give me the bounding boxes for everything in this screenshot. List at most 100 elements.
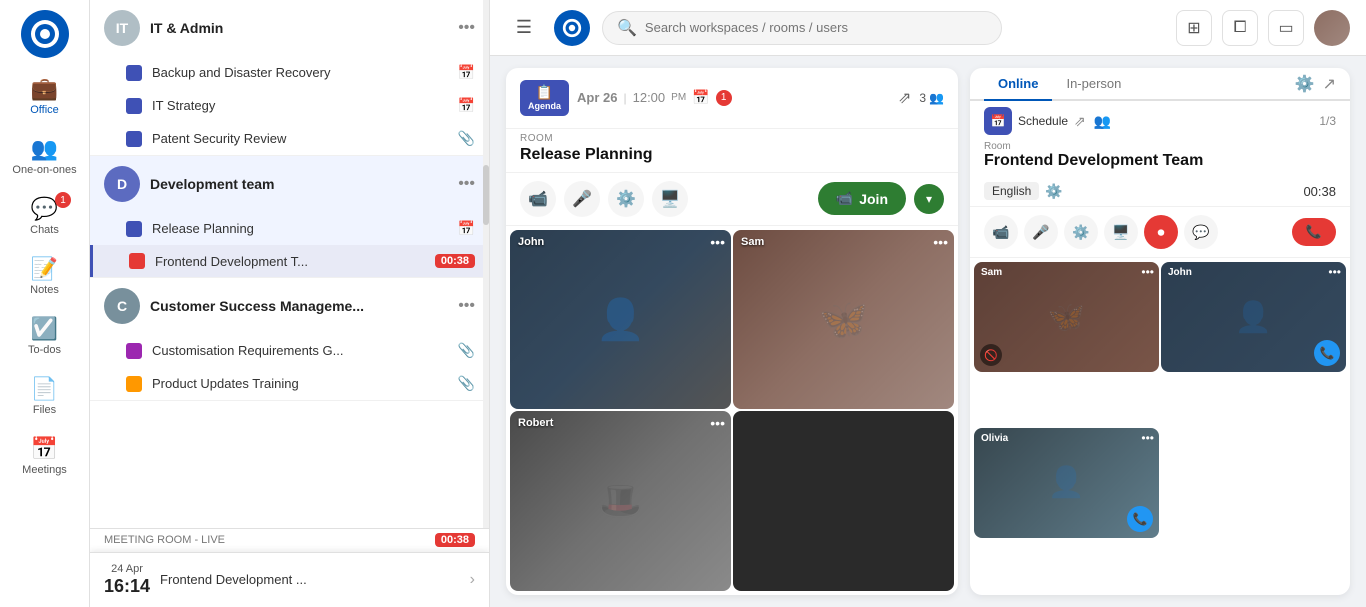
room-customisation[interactable]: Customisation Requirements G... 📎: [90, 334, 489, 367]
nav-one-on-ones[interactable]: 👥 One-on-ones: [0, 126, 89, 186]
bottom-notification-bar[interactable]: 24 Apr 16:14 Frontend Development ... ›: [90, 552, 489, 607]
room-backup[interactable]: Backup and Disaster Recovery 📅: [90, 56, 489, 89]
tab-online[interactable]: Online: [984, 68, 1052, 101]
bottom-bar-date-group: 24 Apr 16:14: [104, 563, 150, 597]
team-dev-avatar: D: [104, 166, 140, 202]
share-icon[interactable]: ⇗: [898, 88, 911, 108]
nav-one-on-ones-label: One-on-ones: [12, 164, 76, 176]
room-backup-color: [126, 65, 142, 81]
nav-chats[interactable]: 1 💬 Chats: [0, 186, 89, 246]
nav-meetings[interactable]: 📅 Meetings: [0, 426, 89, 486]
team-customer: C Customer Success Manageme... ••• Custo…: [90, 278, 489, 401]
grid-view-button[interactable]: ⊞: [1176, 10, 1212, 46]
video-button[interactable]: 📹: [520, 181, 556, 217]
team-dev-more[interactable]: •••: [458, 175, 475, 193]
nav-notes[interactable]: 📝 Notes: [0, 246, 89, 306]
room-it-strategy-color: [126, 98, 142, 114]
settings-icon-call[interactable]: ⚙️: [1295, 74, 1315, 94]
calendar-icon-release: 📅: [692, 89, 709, 106]
call-mic-button[interactable]: 🎤: [1024, 215, 1058, 249]
release-card-actions: ⇗ 3 👥: [898, 88, 944, 108]
screen-button[interactable]: 🖥️: [652, 181, 688, 217]
room-patent[interactable]: Patent Security Review 📎: [90, 122, 489, 155]
room-customisation-name: Customisation Requirements G...: [152, 343, 448, 358]
room-customisation-color: [126, 343, 142, 359]
search-bar[interactable]: 🔍: [602, 11, 1002, 45]
video-cell-sam: Sam ••• 🦋: [733, 230, 954, 410]
room-patent-name: Patent Security Review: [152, 131, 448, 146]
panel-list-inner: IT IT & Admin ••• Backup and Disaster Re…: [90, 0, 489, 607]
tab-inperson[interactable]: In-person: [1052, 68, 1135, 101]
call-record-button[interactable]: ⏺: [1144, 215, 1178, 249]
hamburger-button[interactable]: ☰: [506, 10, 542, 46]
mic-button[interactable]: 🎤: [564, 181, 600, 217]
language-row: English ⚙️ 00:38: [970, 176, 1350, 207]
clip-icon-2: 📎: [458, 342, 475, 359]
call-timer: 00:38: [1303, 184, 1336, 199]
call-screen-button[interactable]: 🖥️: [1104, 215, 1138, 249]
video-cell-john: John ••• 👤: [510, 230, 731, 410]
one-on-ones-icon: 👥: [31, 136, 58, 162]
team-it-admin-header[interactable]: IT IT & Admin •••: [90, 0, 489, 56]
team-customer-more[interactable]: •••: [458, 297, 475, 315]
room-frontend-color: [129, 253, 145, 269]
call-video-cell-sam: Sam ••• 🚫 🦋: [974, 262, 1159, 372]
call-video-grid: Sam ••• 🚫 🦋 John ••• 📞 👤 Olivia ••• 📞: [970, 258, 1350, 595]
nav-office-label: Office: [30, 104, 59, 116]
team-customer-avatar: C: [104, 288, 140, 324]
room-frontend-timer: 00:38: [435, 254, 475, 268]
app-logo[interactable]: [21, 10, 69, 58]
settings-button[interactable]: ⚙️: [608, 181, 644, 217]
team-it-admin-name: IT & Admin: [150, 20, 448, 36]
language-settings-icon[interactable]: ⚙️: [1045, 183, 1062, 200]
call-settings-button[interactable]: ⚙️: [1064, 215, 1098, 249]
window-view-button[interactable]: ▭: [1268, 10, 1304, 46]
room-frontend[interactable]: Frontend Development T... 00:38: [90, 245, 489, 277]
search-input[interactable]: [645, 20, 987, 35]
todos-icon: ☑️: [31, 316, 58, 342]
nav-sidebar: 💼 Office 👥 One-on-ones 1 💬 Chats 📝 Notes…: [0, 0, 90, 607]
team-dev-header[interactable]: D Development team •••: [90, 156, 489, 212]
room-release[interactable]: Release Planning 📅: [90, 212, 489, 245]
call-video-cell-john: John ••• 📞 👤: [1161, 262, 1346, 372]
end-call-button[interactable]: 📞: [1292, 218, 1336, 246]
release-card-header: 📋 Agenda Apr 26 | 12:00 PM 📅 1 ⇗: [506, 68, 958, 129]
nav-files[interactable]: 📄 Files: [0, 366, 89, 426]
join-more-button[interactable]: ▾: [914, 184, 944, 214]
schedule-pages: 1/3: [1319, 114, 1336, 128]
scrollbar-track: [483, 0, 489, 551]
external-link-icon[interactable]: ↗: [1323, 74, 1336, 94]
files-icon: 📄: [31, 376, 58, 402]
user-avatar[interactable]: [1314, 10, 1350, 46]
room-product-updates-name: Product Updates Training: [152, 376, 448, 391]
nav-meetings-label: Meetings: [22, 464, 67, 476]
room-product-updates-color: [126, 376, 142, 392]
release-card-meta: Apr 26 | 12:00 PM 📅 1: [577, 89, 890, 106]
scrollbar-thumb[interactable]: [483, 165, 489, 225]
split-view-button[interactable]: ⧠: [1222, 10, 1258, 46]
room-patent-color: [126, 131, 142, 147]
call-controls: 📹 🎤 ⚙️ 🖥️ ⏺ 💬 📞: [970, 207, 1350, 258]
bottom-bar-time: 16:14: [104, 576, 150, 597]
cards-area: 📋 Agenda Apr 26 | 12:00 PM 📅 1 ⇗: [490, 56, 1366, 607]
call-video-button[interactable]: 📹: [984, 215, 1018, 249]
team-customer-header[interactable]: C Customer Success Manageme... •••: [90, 278, 489, 334]
team-it-admin-more[interactable]: •••: [458, 19, 475, 37]
release-planning-card: 📋 Agenda Apr 26 | 12:00 PM 📅 1 ⇗: [506, 68, 958, 595]
calendar-icon-3: 📅: [458, 220, 475, 237]
join-button[interactable]: 📹 Join: [818, 182, 906, 215]
call-room-name: Frontend Development Team: [984, 152, 1336, 170]
language-badge: English: [984, 182, 1039, 200]
room-it-strategy[interactable]: IT Strategy 📅: [90, 89, 489, 122]
release-notification-badge: 1: [716, 90, 732, 106]
nav-todos[interactable]: ☑️ To-dos: [0, 306, 89, 366]
nav-office[interactable]: 💼 Office: [0, 66, 89, 126]
release-room-name: Release Planning: [506, 144, 958, 172]
share-icon-call[interactable]: ⇗: [1074, 113, 1086, 130]
call-room-label: Room: [984, 141, 1336, 152]
attendees-icon-call: 👥: [1094, 113, 1111, 130]
call-caption-button[interactable]: 💬: [1184, 215, 1218, 249]
bottom-bar-meeting-name: Frontend Development ...: [160, 572, 460, 587]
room-product-updates[interactable]: Product Updates Training 📎: [90, 367, 489, 400]
app-top-logo: [554, 10, 590, 46]
